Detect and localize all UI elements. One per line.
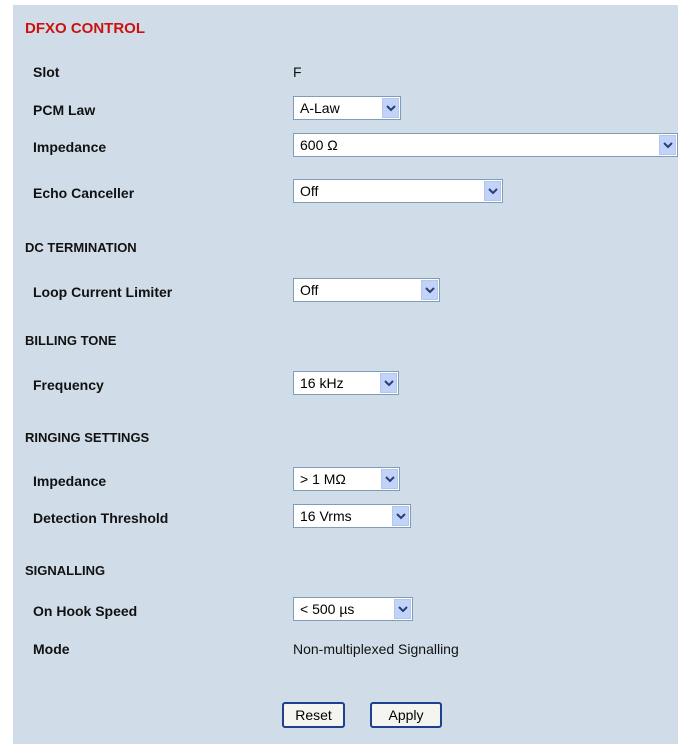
ringing-impedance-selected-value: > 1 MΩ (300, 471, 346, 487)
chevron-down-icon[interactable] (659, 135, 676, 155)
billing-tone-heading: BILLING TONE (25, 333, 117, 348)
dc-termination-heading: DC TERMINATION (25, 240, 137, 255)
apply-button[interactable]: Apply (370, 702, 442, 728)
chevron-down-icon[interactable] (380, 373, 397, 393)
detection-threshold-select[interactable]: 16 Vrms (293, 504, 411, 528)
ringing-impedance-select[interactable]: > 1 MΩ (293, 467, 400, 491)
echo-canceller-label: Echo Canceller (33, 185, 135, 201)
pcm-law-selected-value: A-Law (300, 100, 340, 116)
ringing-impedance-label: Impedance (33, 473, 107, 489)
loop-current-limiter-select[interactable]: Off (293, 278, 440, 302)
echo-canceller-selected-value: Off (300, 183, 319, 199)
slot-label: Slot (33, 64, 60, 80)
echo-canceller-select[interactable]: Off (293, 179, 503, 203)
loop-current-limiter-selected-value: Off (300, 282, 319, 298)
impedance-label: Impedance (33, 139, 107, 155)
on-hook-speed-label: On Hook Speed (33, 603, 138, 619)
slot-value: F (293, 64, 302, 80)
dfxo-control-panel: DFXO CONTROL Slot F PCM Law A-Law Impeda… (13, 5, 678, 744)
chevron-down-icon[interactable] (381, 469, 398, 489)
mode-label: Mode (33, 641, 70, 657)
chevron-down-icon[interactable] (392, 506, 409, 526)
chevron-down-icon[interactable] (421, 280, 438, 300)
signalling-heading: SIGNALLING (25, 563, 106, 578)
chevron-down-icon[interactable] (394, 599, 411, 619)
ringing-settings-heading: RINGING SETTINGS (25, 430, 150, 445)
pcm-law-select[interactable]: A-Law (293, 96, 401, 120)
on-hook-speed-selected-value: < 500 µs (300, 601, 355, 617)
impedance-select[interactable]: 600 Ω (293, 133, 678, 157)
impedance-selected-value: 600 Ω (300, 137, 338, 153)
loop-current-limiter-label: Loop Current Limiter (33, 284, 173, 300)
page-title: DFXO CONTROL (25, 20, 145, 37)
chevron-down-icon[interactable] (484, 181, 501, 201)
frequency-label: Frequency (33, 377, 104, 393)
reset-button[interactable]: Reset (282, 702, 345, 728)
mode-value: Non-multiplexed Signalling (293, 641, 459, 657)
chevron-down-icon[interactable] (382, 98, 399, 118)
on-hook-speed-select[interactable]: < 500 µs (293, 597, 413, 621)
frequency-selected-value: 16 kHz (300, 375, 344, 391)
detection-threshold-selected-value: 16 Vrms (300, 508, 352, 524)
detection-threshold-label: Detection Threshold (33, 510, 169, 526)
frequency-select[interactable]: 16 kHz (293, 371, 399, 395)
pcm-law-label: PCM Law (33, 102, 96, 118)
